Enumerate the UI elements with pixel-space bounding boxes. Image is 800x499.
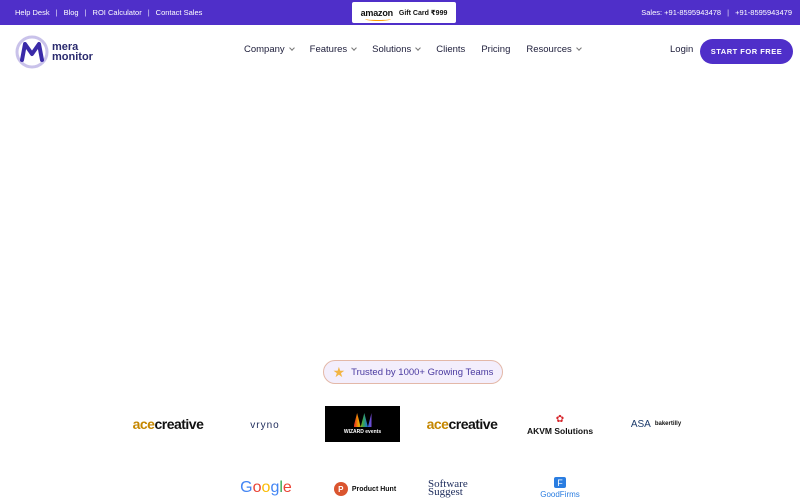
contact-sales-link[interactable]: Contact Sales [156,8,203,17]
nav-menu: Company Features Solutions Clients Prici… [244,44,582,55]
chevron-down-icon [415,45,422,51]
separator: | [727,8,730,17]
logo-text: GoodFirms [540,490,580,499]
logo-line2: monitor [52,51,93,63]
nav-item-label: Solutions [372,44,412,55]
logo-text: creative [448,416,498,432]
nav-item-clients[interactable]: Clients [436,44,465,55]
client-logo-acecreative: ace creative [130,414,206,434]
trusted-text: Trusted by 1000+ Growing Teams [351,366,494,378]
logo-text: ace [132,416,155,432]
review-logo-google: Google [240,479,292,496]
product-hunt-icon: P [333,482,348,496]
trusted-badge: ★ Trusted by 1000+ Growing Teams [323,360,503,384]
wizard-mark-icon [353,413,372,427]
logo-text: ace [426,416,449,432]
nav-item-features[interactable]: Features [309,44,358,55]
chevron-down-icon [351,45,358,51]
sales-phone-link[interactable]: Sales: +91-8595943478 [641,8,721,17]
logo-text: bakertilly [654,421,682,427]
start-for-free-button[interactable]: START FOR FREE [700,39,793,64]
separator: | [55,8,58,17]
mera-monitor-logo[interactable]: mera monitor [15,35,93,69]
phone2-link[interactable]: +91-8595943479 [735,8,792,17]
logo-text: WIZARD events [343,429,382,435]
logo-text: creative [154,416,204,432]
phone-numbers: Sales: +91-8595943478 | +91-8595943479 [641,8,792,17]
logo-text: mera monitor [52,42,93,63]
akvm-mark-icon: ✿ [555,413,565,425]
separator: | [147,8,150,17]
nav-item-pricing[interactable]: Pricing [481,44,510,55]
goodfirms-icon: F [554,477,566,488]
nav-item-label: Features [309,44,348,55]
separator: | [84,8,87,17]
blog-link[interactable]: Blog [64,8,79,17]
login-link[interactable]: Login [670,44,693,55]
amazon-logo: amazon [360,7,393,21]
client-logo-asa-bakertilly: ASA bakertilly [620,414,692,434]
nav-item-label: Resources [526,44,572,55]
logo-text: vryno [250,419,280,431]
logo-text: ASA [630,418,651,430]
client-logo-wizard-events: WIZARD events [325,406,400,442]
help-desk-link[interactable]: Help Desk [15,8,50,17]
roi-calculator-link[interactable]: ROI Calculator [93,8,142,17]
gift-card-promo[interactable]: amazon Gift Card ₹999 [352,2,456,23]
nav-item-label: Clients [436,44,466,55]
top-bar: Help Desk | Blog | ROI Calculator | Cont… [0,0,800,25]
logo-text: AKVM Solutions [526,425,594,436]
review-logo-software-suggest: Software Suggest [428,478,494,498]
client-logo-vryno: vryno [240,418,290,432]
client-logo-akvm: ✿ AKVM Solutions [522,410,598,440]
client-logo-acecreative-2: ace creative [424,414,500,434]
logo-icon [15,35,49,69]
main-nav: mera monitor Company Features Solutions … [0,25,800,75]
star-icon: ★ [332,364,346,380]
nav-item-label: Pricing [481,44,511,55]
review-logo-product-hunt: P Product Hunt [330,481,400,497]
chevron-down-icon [575,45,582,51]
nav-item-resources[interactable]: Resources [526,44,582,55]
nav-item-solutions[interactable]: Solutions [372,44,422,55]
nav-item-label: Company [244,44,285,55]
logo-text: Product Hunt [351,485,397,493]
top-links: Help Desk | Blog | ROI Calculator | Cont… [15,8,202,17]
logo-text: Software Suggest [428,478,468,498]
chevron-down-icon [288,45,295,51]
gift-card-text: Gift Card ₹999 [398,9,448,17]
nav-item-company[interactable]: Company [244,44,295,55]
